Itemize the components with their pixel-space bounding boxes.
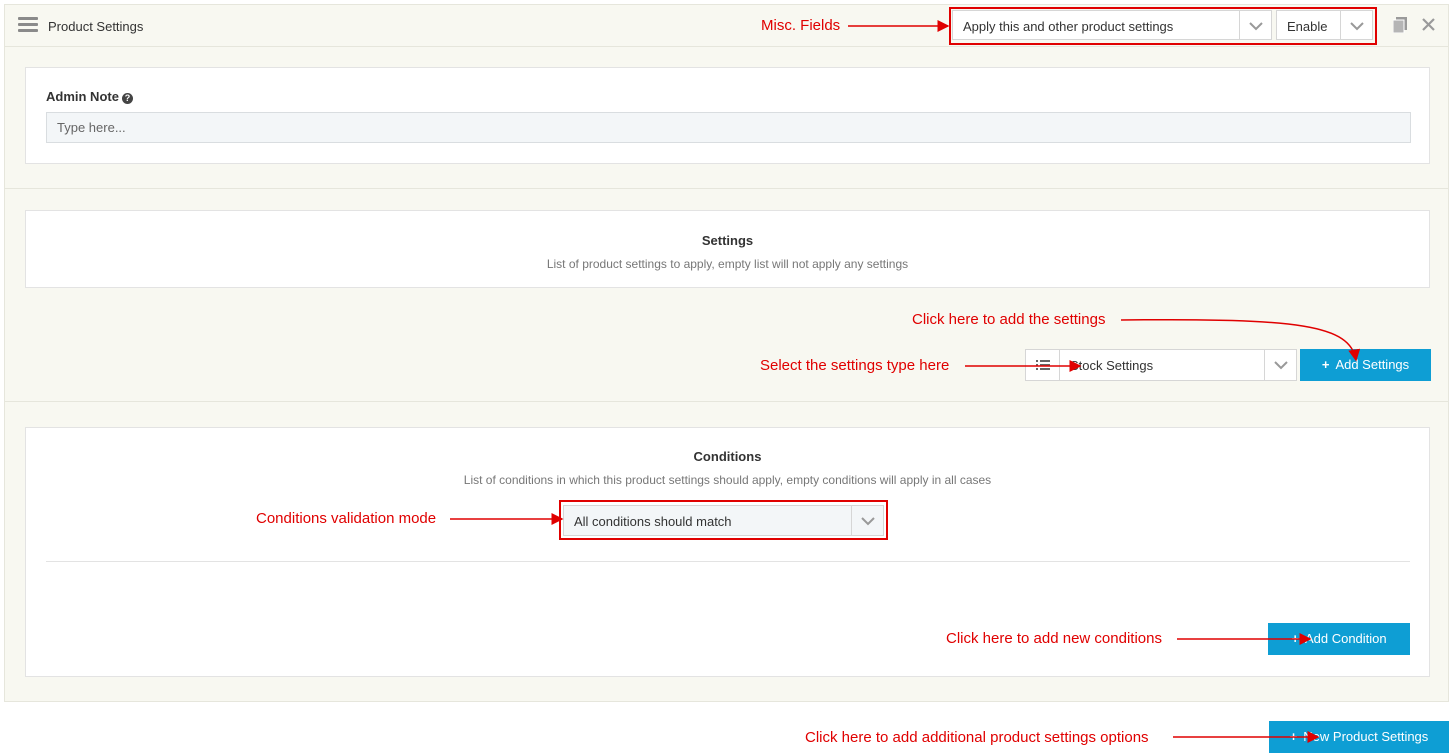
drag-handle-icon[interactable]: [18, 17, 38, 33]
annotation-conditions-mode: Conditions validation mode: [256, 510, 437, 527]
add-settings-button[interactable]: + Add Settings: [1300, 349, 1431, 381]
section-divider: [5, 401, 1448, 402]
new-product-settings-button[interactable]: + New Product Settings: [1269, 721, 1449, 753]
annotation-add-settings: Click here to add the settings: [912, 311, 1106, 328]
annotation-select-type: Select the settings type here: [760, 357, 950, 374]
annotation-misc-fields: Misc. Fields: [761, 17, 841, 34]
conditions-list-divider: [46, 561, 1410, 562]
conditions-description: List of conditions in which this product…: [463, 473, 992, 487]
panel-title: Product Settings: [48, 19, 144, 34]
annotation-add-product-settings: Click here to add additional product set…: [805, 729, 1149, 746]
admin-note-label: Admin Note?: [46, 89, 133, 104]
admin-note-card: Admin Note?: [25, 67, 1430, 164]
list-icon: [1026, 350, 1060, 380]
product-settings-panel: Product Settings Apply this and other pr…: [4, 4, 1449, 702]
duplicate-icon[interactable]: [1392, 17, 1407, 36]
annotation-add-conditions: Click here to add new conditions: [946, 630, 1162, 647]
conditions-mode-highlight: [559, 500, 888, 540]
admin-note-input[interactable]: [46, 112, 1411, 143]
settings-title: Settings: [701, 233, 754, 248]
settings-card: Settings List of product settings to app…: [25, 210, 1430, 288]
settings-type-select[interactable]: Stock Settings: [1025, 349, 1297, 381]
close-icon[interactable]: [1422, 18, 1435, 34]
settings-description: List of product settings to apply, empty…: [546, 257, 909, 271]
help-icon[interactable]: ?: [121, 93, 133, 104]
chevron-down-icon: [1264, 350, 1296, 380]
conditions-card: Conditions List of conditions in which t…: [25, 427, 1430, 677]
add-condition-button[interactable]: + Add Condition: [1268, 623, 1410, 655]
section-divider: [5, 188, 1448, 189]
conditions-title: Conditions: [693, 449, 762, 464]
misc-fields-highlight: [949, 7, 1377, 45]
settings-type-select-value: Stock Settings: [1070, 358, 1154, 373]
